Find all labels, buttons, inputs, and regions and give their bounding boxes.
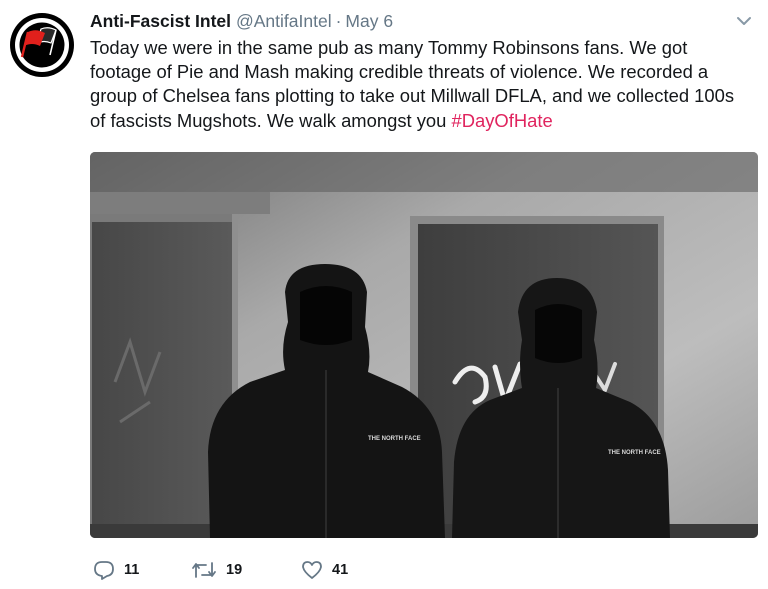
retweet-button[interactable]: 19 bbox=[191, 560, 301, 580]
reply-icon bbox=[94, 561, 114, 580]
photo-two-hooded-figures: THE NORTH FACE THE NORTH FACE bbox=[90, 152, 758, 538]
antifa-flag-icon bbox=[10, 13, 74, 77]
tweet-media-image[interactable]: THE NORTH FACE THE NORTH FACE bbox=[90, 152, 758, 538]
retweet-count: 19 bbox=[226, 562, 243, 578]
hashtag-link[interactable]: #DayOfHate bbox=[452, 110, 553, 131]
jacket-logo-left: THE NORTH FACE bbox=[368, 436, 421, 442]
tweet-header: Anti-Fascist Intel @AntifaIntel · May 6 bbox=[90, 10, 393, 32]
display-name[interactable]: Anti-Fascist Intel bbox=[90, 11, 231, 31]
tweet-date[interactable]: May 6 bbox=[345, 11, 393, 31]
chevron-down-icon bbox=[737, 17, 751, 25]
like-count: 41 bbox=[332, 562, 349, 578]
tweet-actions: 11 19 41 bbox=[93, 558, 348, 582]
tweet-body: Today we were in the same pub as many To… bbox=[90, 37, 735, 131]
avatar[interactable] bbox=[10, 13, 74, 77]
tweet[interactable]: Anti-Fascist Intel @AntifaIntel · May 6 Tod… bbox=[0, 0, 768, 589]
user-handle[interactable]: @AntifaIntel bbox=[236, 11, 332, 31]
like-button[interactable]: 41 bbox=[301, 560, 348, 580]
reply-count: 11 bbox=[124, 562, 140, 578]
tweet-text: Today we were in the same pub as many To… bbox=[90, 36, 750, 133]
jacket-logo-right: THE NORTH FACE bbox=[608, 450, 661, 456]
heart-icon bbox=[302, 561, 322, 579]
separator-dot: · bbox=[335, 11, 342, 31]
tweet-menu-button[interactable] bbox=[736, 14, 752, 26]
reply-button[interactable]: 11 bbox=[93, 560, 191, 580]
retweet-icon bbox=[192, 562, 216, 578]
